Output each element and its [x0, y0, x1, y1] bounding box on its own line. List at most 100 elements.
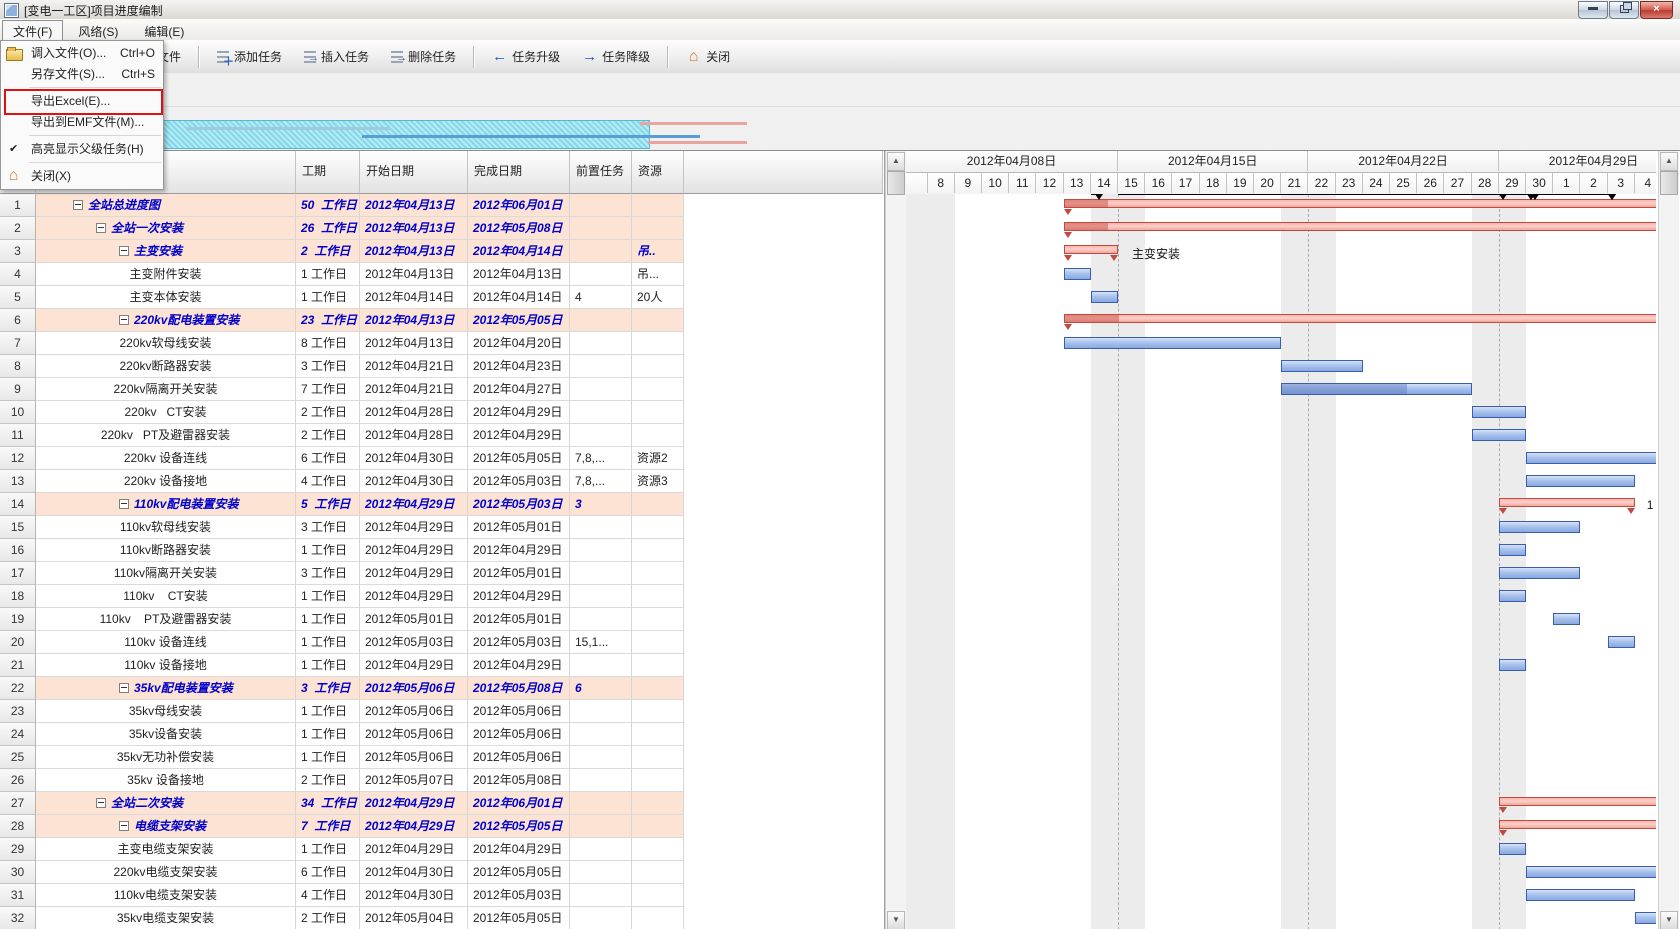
start-cell[interactable]: 2012年04月21日 — [360, 355, 468, 378]
table-row[interactable]: 16110kv断路器安装1 工作日2012年04月29日2012年04月29日 — [0, 539, 883, 562]
task-name-cell[interactable]: 110kv PT及避雷器安装 — [36, 608, 296, 631]
task-bar-task-29[interactable] — [1499, 843, 1526, 855]
start-cell[interactable]: 2012年04月29日 — [360, 792, 468, 815]
pred-cell[interactable]: 7,8,... — [570, 470, 632, 493]
summary-bar-task-6[interactable] — [1064, 314, 1656, 323]
task-bar-task-12[interactable] — [1526, 452, 1656, 464]
finish-cell[interactable]: 2012年05月05日 — [468, 907, 570, 929]
res-cell[interactable] — [632, 309, 684, 332]
res-cell[interactable]: 资源3 — [632, 470, 684, 493]
empty-cell[interactable] — [684, 401, 883, 424]
finish-cell[interactable]: 2012年04月20日 — [468, 332, 570, 355]
row-number[interactable]: 14 — [0, 493, 36, 516]
task-bar-task-13[interactable] — [1526, 475, 1635, 487]
task-bar-task-18[interactable] — [1499, 590, 1526, 602]
empty-cell[interactable] — [684, 309, 883, 332]
start-cell[interactable]: 2012年04月14日 — [360, 286, 468, 309]
finish-cell[interactable]: 2012年05月06日 — [468, 723, 570, 746]
finish-cell[interactable]: 2012年05月08日 — [468, 217, 570, 240]
pred-cell[interactable] — [570, 194, 632, 217]
duration-cell[interactable]: 1 工作日 — [296, 631, 360, 654]
pred-cell[interactable] — [570, 907, 632, 929]
empty-cell[interactable] — [684, 516, 883, 539]
task-name-cell[interactable]: 主变安装 — [36, 240, 296, 263]
task-bar-task-10[interactable] — [1472, 406, 1526, 418]
duration-cell[interactable]: 1 工作日 — [296, 539, 360, 562]
row-number[interactable]: 10 — [0, 401, 36, 424]
pred-cell[interactable] — [570, 608, 632, 631]
start-cell[interactable]: 2012年05月06日 — [360, 746, 468, 769]
duration-cell[interactable]: 6 工作日 — [296, 447, 360, 470]
table-row[interactable]: 7220kv软母线安装8 工作日2012年04月13日2012年04月20日 — [0, 332, 883, 355]
duration-cell[interactable]: 7 工作日 — [296, 378, 360, 401]
finish-cell[interactable]: 2012年05月05日 — [468, 309, 570, 332]
pred-cell[interactable] — [570, 516, 632, 539]
task-bar-task-30[interactable] — [1526, 866, 1656, 878]
pred-cell[interactable] — [570, 585, 632, 608]
task-bar-task-7[interactable] — [1064, 337, 1282, 349]
task-name-cell[interactable]: 220kv CT安装 — [36, 401, 296, 424]
pred-cell[interactable] — [570, 401, 632, 424]
task-name-cell[interactable]: 220kv PT及避雷器安装 — [36, 424, 296, 447]
task-bar-task-19[interactable] — [1553, 613, 1580, 625]
pred-cell[interactable]: 15,1... — [570, 631, 632, 654]
res-cell[interactable] — [632, 838, 684, 861]
row-number[interactable]: 9 — [0, 378, 36, 401]
start-cell[interactable]: 2012年04月21日 — [360, 378, 468, 401]
collapse-expander-icon[interactable] — [119, 821, 129, 831]
file-menu-item-3[interactable]: 导出Excel(E)... — [1, 91, 163, 112]
task-bar-task-21[interactable] — [1499, 659, 1526, 671]
restore-button[interactable] — [1609, 1, 1639, 19]
res-cell[interactable] — [632, 493, 684, 516]
task-name-cell[interactable]: 220kv 设备接地 — [36, 470, 296, 493]
duration-cell[interactable]: 8 工作日 — [296, 332, 360, 355]
task-name-cell[interactable]: 220kv 设备连线 — [36, 447, 296, 470]
pred-cell[interactable] — [570, 792, 632, 815]
task-name-cell[interactable]: 主变本体安装 — [36, 286, 296, 309]
row-number[interactable]: 5 — [0, 286, 36, 309]
summary-bar-task-2[interactable] — [1064, 222, 1656, 231]
toolbar-button-4[interactable]: 插入任务 — [295, 43, 378, 70]
start-cell[interactable]: 2012年04月13日 — [360, 240, 468, 263]
row-number[interactable]: 15 — [0, 516, 36, 539]
duration-cell[interactable]: 4 工作日 — [296, 884, 360, 907]
finish-cell[interactable]: 2012年05月03日 — [468, 631, 570, 654]
finish-cell[interactable]: 2012年05月01日 — [468, 516, 570, 539]
table-row[interactable]: 12220kv 设备连线6 工作日2012年04月30日2012年05月05日7… — [0, 447, 883, 470]
row-number[interactable]: 26 — [0, 769, 36, 792]
task-name-cell[interactable]: 220kv软母线安装 — [36, 332, 296, 355]
row-number[interactable]: 17 — [0, 562, 36, 585]
duration-cell[interactable]: 1 工作日 — [296, 608, 360, 631]
res-cell[interactable] — [632, 700, 684, 723]
table-row[interactable]: 2635kv 设备接地2 工作日2012年05月07日2012年05月08日 — [0, 769, 883, 792]
collapse-expander-icon[interactable] — [73, 200, 83, 210]
table-row[interactable]: 2全站一次安装26 工作日2012年04月13日2012年05月08日 — [0, 217, 883, 240]
table-row[interactable]: 17110kv隔离开关安装3 工作日2012年04月29日2012年05月01日 — [0, 562, 883, 585]
column-header-finish[interactable]: 完成日期 — [468, 151, 570, 194]
res-cell[interactable]: 吊.. — [632, 240, 684, 263]
table-row[interactable]: 9220kv隔离开关安装7 工作日2012年04月21日2012年04月27日 — [0, 378, 883, 401]
start-cell[interactable]: 2012年05月06日 — [360, 723, 468, 746]
task-name-cell[interactable]: 110kv断路器安装 — [36, 539, 296, 562]
row-number[interactable]: 12 — [0, 447, 36, 470]
finish-cell[interactable]: 2012年04月29日 — [468, 539, 570, 562]
empty-cell[interactable] — [684, 332, 883, 355]
pred-cell[interactable]: 3 — [570, 493, 632, 516]
file-menu-item-6[interactable]: ✔高亮显示父级任务(H) — [1, 139, 163, 160]
table-row[interactable]: 3主变安装2 工作日2012年04月13日2012年04月14日吊.. — [0, 240, 883, 263]
column-header-pred[interactable]: 前置任务 — [570, 151, 632, 194]
duration-cell[interactable]: 4 工作日 — [296, 470, 360, 493]
minimize-button[interactable] — [1578, 1, 1608, 19]
start-cell[interactable]: 2012年04月13日 — [360, 194, 468, 217]
empty-cell[interactable] — [684, 815, 883, 838]
start-cell[interactable]: 2012年04月29日 — [360, 493, 468, 516]
task-name-cell[interactable]: 110kv 设备接地 — [36, 654, 296, 677]
res-cell[interactable]: 吊... — [632, 263, 684, 286]
scroll-up-button[interactable]: ▲ — [887, 152, 905, 171]
duration-cell[interactable]: 34 工作日 — [296, 792, 360, 815]
table-row[interactable]: 8220kv断路器安装3 工作日2012年04月21日2012年04月23日 — [0, 355, 883, 378]
finish-cell[interactable]: 2012年04月29日 — [468, 424, 570, 447]
res-cell[interactable] — [632, 792, 684, 815]
empty-cell[interactable] — [684, 723, 883, 746]
empty-cell[interactable] — [684, 838, 883, 861]
